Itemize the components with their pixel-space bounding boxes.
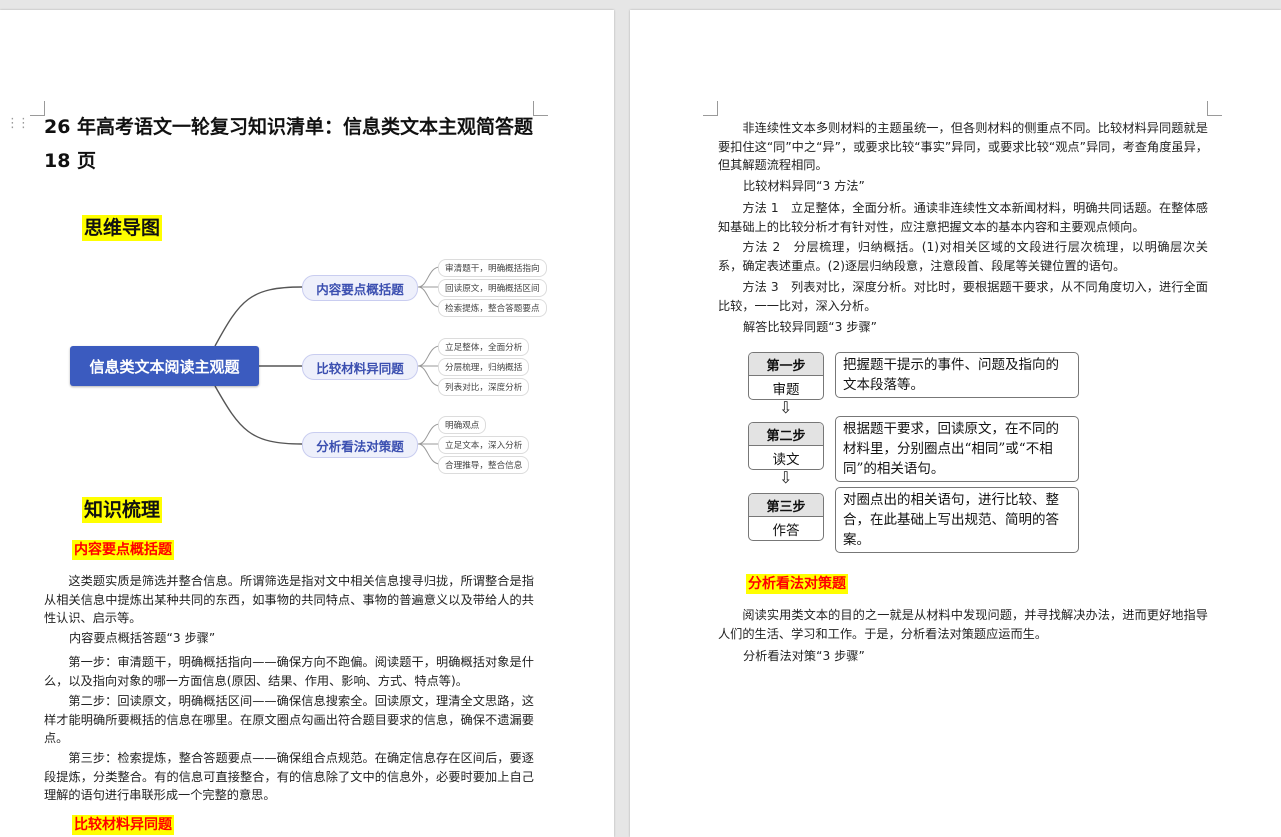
paragraph: 解答比较异同题“3 步骤”	[743, 320, 877, 334]
flow-step-number: 第二步	[749, 423, 823, 446]
mindmap-leaf: 立足文本，深入分析	[438, 436, 530, 454]
flow-step-number: 第三步	[749, 494, 823, 517]
flow-step-description: 根据题干要求，回读原文，在不同的材料里，分别圈点出“相同”或“不相同”的相关语句…	[835, 416, 1079, 482]
paragraph: 分析看法对策“3 步骤”	[743, 649, 865, 663]
mindmap-leaf: 回读原文，明确概括区间	[438, 279, 547, 297]
paragraph: 第二步：回读原文，明确概括区间——确保信息搜索全。回读原文，理清全文思路，这样才…	[44, 694, 534, 745]
subheading-opinion: 分析看法对策题	[746, 574, 848, 594]
paragraph: 方法 3 列表对比，深度分析。对比时，要根据题干要求，从不同角度切入，进行全面比…	[718, 280, 1208, 313]
flow-step-description: 对圈点出的相关语句，进行比较、整合，在此基础上写出规范、简明的答案。	[835, 487, 1079, 553]
subheading-content-summary: 内容要点概括题	[72, 540, 174, 560]
paragraph: 阅读实用类文本的目的之一就是从材料中发现问题，并寻找解决办法，进而更好地指导人们…	[718, 608, 1208, 641]
mindmap-root: 信息类文本阅读主观题	[70, 346, 259, 386]
flow-step-name: 读文	[772, 451, 800, 468]
down-arrow-icon: ⇩	[779, 468, 793, 487]
paragraph: 比较材料异同“3 方法”	[743, 179, 865, 193]
mindmap-leaf: 审清题干，明确概括指向	[438, 259, 547, 277]
mindmap-leaf: 分层梳理，归纳概括	[438, 358, 530, 376]
crop-mark	[703, 101, 718, 116]
mindmap-leaf: 合理推导，整合信息	[438, 456, 530, 474]
paragraph: 第三步：检索提炼，整合答题要点——确保组合点规范。在确定信息存在区间后，要逐段提…	[44, 751, 534, 802]
mindmap-branch: 比较材料异同题	[302, 354, 418, 380]
paragraph: 这类题实质是筛选并整合信息。所谓筛选是指对文中相关信息搜寻归拢，所谓整合是指从相…	[44, 574, 534, 625]
flow-step-1: 第一步 审题	[748, 352, 824, 400]
mindmap-branch: 分析看法对策题	[302, 432, 418, 458]
paragraph: 方法 2 分层梳理，归纳概括。(1)对相关区域的文段进行层次梳理，以明确层次关系…	[718, 240, 1208, 273]
heading-knowledge: 知识梳理	[82, 497, 163, 523]
down-arrow-icon: ⇩	[779, 398, 793, 417]
paragraph: 内容要点概括答题“3 步骤”	[69, 631, 216, 645]
flow-step-3: 第三步 作答	[748, 493, 824, 541]
mindmap-leaf: 检索提炼，整合答题要点	[438, 299, 547, 317]
paragraph: 第一步：审清题干，明确概括指向——确保方向不跑偏。阅读题干，明确概括对象是什么，…	[44, 655, 534, 688]
subheading-compare: 比较材料异同题	[72, 815, 174, 835]
mindmap-leaf: 列表对比，深度分析	[438, 378, 530, 396]
flow-step-number: 第一步	[749, 353, 823, 376]
mindmap-leaf: 明确观点	[438, 416, 487, 434]
crop-mark	[1207, 101, 1222, 116]
flow-step-name: 作答	[772, 522, 800, 539]
mindmap-leaf: 立足整体，全面分析	[438, 338, 530, 356]
paragraph: 方法 1 立足整体，全面分析。通读非连续性文本新闻材料，明确共同话题。在整体感知…	[718, 201, 1208, 234]
paragraph: 非连续性文本多则材料的主题虽统一，但各则材料的侧重点不同。比较材料异同题就是要扣…	[718, 121, 1208, 172]
mindmap-branch: 内容要点概括题	[302, 275, 418, 301]
flow-step-name: 审题	[772, 381, 800, 398]
flow-step-2: 第二步 读文	[748, 422, 824, 470]
flow-step-description: 把握题干提示的事件、问题及指向的文本段落等。	[835, 352, 1079, 398]
